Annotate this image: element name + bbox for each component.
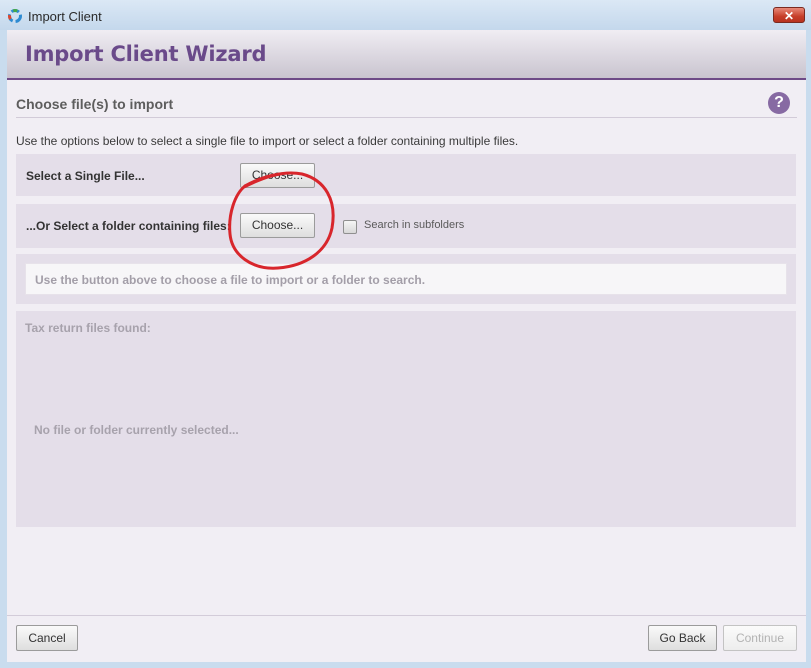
files-empty-message: No file or folder currently selected... bbox=[34, 423, 239, 437]
wizard-title: Import Client Wizard bbox=[25, 42, 267, 66]
help-icon[interactable]: ? bbox=[768, 92, 790, 114]
status-row: Use the button above to choose a file to… bbox=[16, 254, 796, 304]
files-panel-title: Tax return files found: bbox=[25, 321, 151, 335]
window-title: Import Client bbox=[28, 9, 102, 24]
wizard-header: Import Client Wizard bbox=[7, 30, 806, 80]
section-divider bbox=[16, 117, 797, 118]
single-file-row: Select a Single File... Choose... bbox=[16, 154, 796, 196]
continue-button[interactable]: Continue bbox=[723, 625, 797, 651]
footer-divider bbox=[7, 615, 806, 616]
folder-label: ...Or Select a folder containing files: bbox=[26, 219, 231, 233]
choose-folder-button[interactable]: Choose... bbox=[240, 213, 315, 238]
window-titlebar: Import Client ✕ bbox=[0, 0, 811, 30]
choose-file-button[interactable]: Choose... bbox=[240, 163, 315, 188]
cancel-button[interactable]: Cancel bbox=[16, 625, 78, 651]
folder-row: ...Or Select a folder containing files: … bbox=[16, 204, 796, 248]
close-icon[interactable]: ✕ bbox=[773, 7, 805, 23]
wizard-content: Choose file(s) to import ? Use the optio… bbox=[7, 80, 806, 662]
single-file-label: Select a Single File... bbox=[26, 169, 145, 183]
search-subfolders-checkbox[interactable] bbox=[343, 220, 357, 234]
app-ring-icon bbox=[8, 9, 22, 23]
files-panel: Tax return files found: No file or folde… bbox=[16, 311, 796, 527]
instructions-text: Use the options below to select a single… bbox=[16, 134, 519, 148]
status-box: Use the button above to choose a file to… bbox=[25, 263, 787, 295]
status-message: Use the button above to choose a file to… bbox=[35, 273, 426, 287]
search-subfolders-label: Search in subfolders bbox=[364, 219, 465, 231]
section-title: Choose file(s) to import bbox=[16, 96, 174, 112]
go-back-button[interactable]: Go Back bbox=[648, 625, 717, 651]
